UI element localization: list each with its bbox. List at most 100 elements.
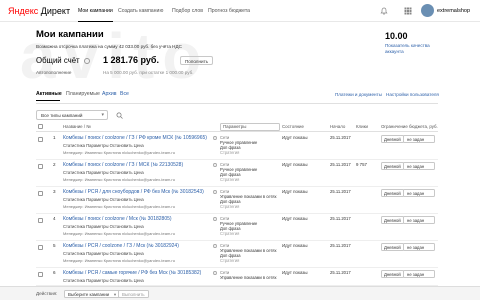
- campaign-actions[interactable]: Статистика Параметры Остановить Цена: [63, 278, 144, 283]
- top-bar: Яндекс Директ Мои кампании Создать кампа…: [0, 0, 480, 22]
- start-date: 25.11.2017: [330, 270, 351, 275]
- campaign-manager: Менеджер: Иваненко Кристина nlcluchenko@…: [63, 150, 175, 155]
- campaign-actions[interactable]: Статистика Параметры Остановить Цена: [63, 224, 144, 229]
- shared-account-label: Общий счёт: [36, 56, 80, 65]
- yandex-direct-logo[interactable]: Яндекс Директ: [8, 5, 70, 17]
- header-clicks[interactable]: Клики: [356, 124, 368, 130]
- quality-score-link[interactable]: Показатель качества аккаунта: [385, 43, 435, 55]
- campaign-name-link[interactable]: Комбезы / поиск / coolzone / ГЗ / МСК (№…: [63, 162, 183, 168]
- budget-limit-input[interactable]: не задан: [403, 243, 435, 251]
- username[interactable]: extremalshop: [437, 7, 470, 15]
- campaign-name-link[interactable]: Комбезы / поиск / coolzone / Мск (№ 3018…: [63, 216, 172, 222]
- gear-icon[interactable]: [212, 162, 218, 168]
- row-number: 1: [53, 135, 56, 140]
- header-name[interactable]: Название / №: [63, 124, 91, 130]
- tab-all[interactable]: Все: [120, 91, 129, 98]
- quality-score: 10.00: [385, 31, 408, 41]
- budget-limit-input[interactable]: не задан: [403, 162, 435, 170]
- budget-period-select[interactable]: Дневной: [381, 270, 404, 278]
- avatar[interactable]: [421, 4, 434, 17]
- budget-period-select[interactable]: Дневной: [381, 162, 404, 170]
- budget-period-select[interactable]: Дневной: [381, 135, 404, 143]
- row-number: 6: [53, 270, 56, 275]
- chevron-down-icon: ▾: [101, 112, 104, 118]
- campaign-manager: Менеджер: Иваненко Кристина nlcluchenko@…: [63, 177, 175, 182]
- nav-budget-forecast[interactable]: Прогноз бюджета: [208, 0, 250, 22]
- header-status[interactable]: Состояние: [282, 124, 304, 130]
- campaign-name-link[interactable]: Комбезы / РСЯ / самые горячие / РФ без М…: [63, 270, 201, 276]
- row-checkbox[interactable]: [38, 245, 43, 250]
- bottom-action-bar: Действия: Выберите кампании ▾ Выполнить: [0, 286, 480, 300]
- budget-limit-input[interactable]: не задан: [403, 189, 435, 197]
- bulk-action-value: Выберите кампании: [68, 292, 110, 297]
- gear-icon[interactable]: [212, 216, 218, 222]
- header-budget-limit[interactable]: Ограничение бюджета, руб.: [381, 124, 438, 130]
- campaign-actions[interactable]: Статистика Параметры Остановить Цена: [63, 251, 144, 256]
- bulk-action-select[interactable]: Выберите кампании ▾: [64, 290, 121, 298]
- budget-period-select[interactable]: Дневной: [381, 216, 404, 224]
- apply-action-button[interactable]: Выполнить: [118, 290, 149, 298]
- tab-active[interactable]: Активные: [36, 91, 62, 98]
- campaign-actions[interactable]: Статистика Параметры Остановить Цена: [63, 197, 144, 202]
- param-strategy: Стратегия: [220, 204, 240, 209]
- page-title: Мои кампании: [36, 29, 104, 40]
- campaign-type-select[interactable]: Все типы кампаний ▾: [36, 110, 108, 120]
- budget-limit-input[interactable]: не задан: [403, 216, 435, 224]
- gear-icon[interactable]: [212, 243, 218, 249]
- tab-archive[interactable]: Архив: [102, 91, 117, 98]
- budget-limit-input[interactable]: не задан: [403, 270, 435, 278]
- table-header: Название / № Параметры Состояние Начало …: [36, 123, 438, 132]
- row-checkbox[interactable]: [38, 164, 43, 169]
- table-row: 1 Комбезы / поиск / coolzone / ГЗ / РФ к…: [36, 133, 438, 160]
- campaign-type-value: Все типы кампаний: [41, 113, 83, 118]
- logo-direct: Директ: [40, 6, 71, 16]
- header-params: Параметры: [223, 124, 247, 129]
- campaign-name-link[interactable]: Комбезы / поиск / coolzone / ГЗ / РФ кро…: [63, 135, 207, 141]
- autopay-info[interactable]: На 5 000.00 руб. при остатке 1 000.00 ру…: [103, 70, 194, 76]
- param-strategy: Стратегия: [220, 177, 240, 182]
- campaign-manager: Менеджер: Иваненко Кристина nlcluchenko@…: [63, 258, 175, 263]
- logo-yandex: Яндекс: [8, 6, 39, 16]
- row-checkbox[interactable]: [38, 218, 43, 223]
- row-checkbox[interactable]: [38, 191, 43, 196]
- row-checkbox[interactable]: [38, 137, 43, 142]
- budget-limit-input[interactable]: не задан: [403, 135, 435, 143]
- nav-word-selection[interactable]: Подбор слов: [172, 0, 203, 22]
- campaign-name-link[interactable]: Комбезы / РСЯ / coolzone / ГЗ / Мск (№ 3…: [63, 243, 179, 249]
- campaign-name-link[interactable]: Комбезы / РСЯ / для сноубордов / РФ без …: [63, 189, 204, 195]
- row-number: 3: [53, 189, 56, 194]
- nav-create-campaign[interactable]: Создать кампанию: [118, 0, 163, 22]
- header-start[interactable]: Начало: [330, 124, 345, 130]
- help-icon[interactable]: [84, 58, 90, 64]
- campaign-manager: Менеджер: Иваненко Кристина nlcluchenko@…: [63, 204, 175, 209]
- account-balance: 1 281.76 руб.: [103, 55, 159, 65]
- campaign-actions[interactable]: Статистика Параметры Остановить Цена: [63, 170, 144, 175]
- status-text: Идут показы: [282, 162, 308, 167]
- param-strategy: Стратегия: [220, 258, 240, 263]
- search-icon[interactable]: [116, 112, 123, 119]
- payments-documents-link[interactable]: Платежи и документы: [335, 92, 382, 98]
- grid-icon[interactable]: [404, 7, 412, 15]
- gear-icon[interactable]: [212, 135, 218, 141]
- status-text: Идут показы: [282, 189, 308, 194]
- row-checkbox[interactable]: [38, 272, 43, 277]
- row-number: 2: [53, 162, 56, 167]
- budget-period-select[interactable]: Дневной: [381, 189, 404, 197]
- status-text: Идут показы: [282, 135, 308, 140]
- row-number: 5: [53, 243, 56, 248]
- nav-my-campaigns[interactable]: Мои кампании: [78, 0, 113, 22]
- table-row: 6 Комбезы / РСЯ / самые горячие / РФ без…: [36, 268, 438, 286]
- campaign-actions[interactable]: Статистика Параметры Остановить Цена: [63, 143, 144, 148]
- start-date: 25.11.2017: [330, 216, 351, 221]
- user-settings-link[interactable]: Настройки пользователя: [386, 92, 439, 98]
- start-date: 25.11.2017: [330, 162, 351, 167]
- clicks-value: 9 757: [356, 162, 367, 167]
- select-all-checkbox[interactable]: [38, 124, 43, 129]
- gear-icon[interactable]: [212, 189, 218, 195]
- param-strategy: Стратегия: [220, 231, 240, 236]
- bell-icon[interactable]: [380, 7, 388, 15]
- top-up-button[interactable]: Пополнить: [180, 56, 214, 65]
- gear-icon[interactable]: [212, 270, 218, 276]
- tab-planned[interactable]: Планируемые: [66, 91, 100, 98]
- budget-period-select[interactable]: Дневной: [381, 243, 404, 251]
